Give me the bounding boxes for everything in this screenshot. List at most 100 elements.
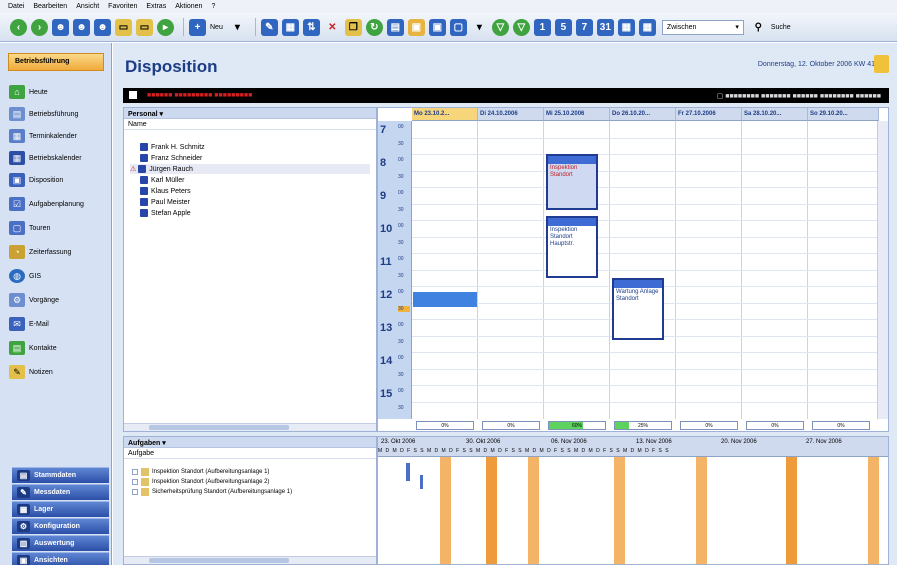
nav-button-stammdaten[interactable]: ▤ Stammdaten [12, 467, 109, 483]
calendar-alt-icon[interactable]: ▦ [638, 18, 656, 36]
grid-line [412, 171, 878, 172]
person-row[interactable]: Klaus Peters [140, 186, 191, 196]
menu-favoriten[interactable]: Favoriten [108, 3, 137, 10]
scrollbar-thumb[interactable] [149, 558, 289, 563]
person-row[interactable]: Frank H. Schmitz [140, 142, 205, 152]
menu-aktionen[interactable]: Aktionen [175, 3, 202, 10]
copy-icon[interactable]: ❐ [344, 18, 362, 36]
nav-item-gis[interactable]: ◍ GIS [9, 267, 109, 285]
appointment-2[interactable]: Inspektion Standort Hauptstr. [546, 216, 598, 278]
layout-icon[interactable]: ▢ [449, 18, 467, 36]
task-row[interactable]: Inspektion Standort (Aufbereitungsanlage… [132, 477, 269, 486]
day-header-di[interactable]: Di 24.10.2006 [478, 108, 544, 121]
calendar-folder-icon[interactable] [874, 55, 889, 73]
back-icon[interactable]: ‹ [10, 18, 27, 36]
view-icon[interactable]: ▣ [428, 18, 446, 36]
task-bar[interactable] [420, 475, 423, 489]
menu-extras[interactable]: Extras [146, 3, 166, 10]
day-header-sa[interactable]: Sa 28.10.20... [742, 108, 808, 121]
nav-item-kontakte[interactable]: ▤ Kontakte [9, 339, 109, 357]
delete-icon[interactable]: ✕ [324, 19, 341, 36]
selected-time-slot[interactable] [413, 292, 477, 307]
task-bar[interactable] [406, 463, 410, 481]
appointment-3[interactable]: Wartung Anlage Standort [612, 278, 664, 340]
horizontal-scrollbar[interactable] [124, 423, 376, 431]
task-row[interactable]: Inspektion Standort (Aufbereitungsanlage… [132, 467, 269, 476]
nav-button-ansichten[interactable]: ▣ Ansichten [12, 552, 109, 565]
day-header-fr[interactable]: Fr 27.10.2006 [676, 108, 742, 121]
new-button[interactable]: Neu [210, 24, 223, 31]
day-view-icon[interactable]: 1 [533, 18, 551, 36]
open-icon[interactable]: ▭ [136, 18, 153, 36]
day-header-so[interactable]: So 29.10.20... [808, 108, 879, 121]
folder-icon[interactable]: ▭ [115, 18, 132, 36]
play-icon[interactable]: ▸ [157, 18, 174, 36]
person-row[interactable]: Paul Meister [140, 197, 190, 207]
nav-button-konfiguration[interactable]: ⚙ Konfiguration [12, 518, 109, 534]
filter-icon[interactable]: ▽ [491, 18, 509, 36]
task-checkbox[interactable] [132, 488, 138, 495]
binoculars-icon[interactable]: ⚲ [750, 19, 767, 36]
nav-item-touren[interactable]: ▢ Touren [9, 219, 109, 237]
nav-button-auswertung[interactable]: ▥ Auswertung [12, 535, 109, 551]
person-row[interactable]: Karl Müller [140, 175, 184, 185]
workweek-view-icon[interactable]: 7 [575, 18, 593, 36]
calendar-view-icon[interactable]: ▦ [617, 18, 635, 36]
vertical-scrollbar[interactable] [877, 121, 888, 419]
sort-icon[interactable]: ⇅ [302, 18, 320, 36]
person-row[interactable]: Stefan Apple [140, 208, 191, 218]
half-hour-label: 30 [398, 240, 404, 246]
view-range-dropdown[interactable]: Zwischen ▾ [661, 19, 744, 35]
nav-button-lager[interactable]: ▦ Lager [12, 501, 109, 517]
nav-item-email[interactable]: ✉ E-Mail [9, 315, 109, 333]
month-view-icon[interactable]: 31 [596, 18, 614, 36]
tasks-header[interactable]: Aufgaben ▾ [124, 437, 376, 448]
nav-item-betriebsfuehrung[interactable]: ▤ Betriebsführung [9, 105, 109, 123]
dropdown-arrow-icon[interactable]: ▾ [229, 19, 246, 36]
edit-icon[interactable]: ✎ [260, 18, 278, 36]
nav-button-messdaten[interactable]: ✎ Messdaten [12, 484, 109, 500]
nav-item-disposition[interactable]: ▣ Disposition [9, 171, 109, 189]
name-column-header[interactable]: Name [124, 119, 376, 130]
menu-datei[interactable]: Datei [8, 3, 24, 10]
group-icon[interactable]: ☻ [73, 18, 90, 36]
menu-help[interactable]: ? [211, 3, 215, 10]
new-icon[interactable]: + [189, 18, 206, 36]
view-active-icon[interactable]: ▣ [407, 18, 425, 36]
scrollbar-thumb[interactable] [149, 425, 289, 430]
day-header-mi[interactable]: Mi 25.10.2006 [544, 108, 610, 121]
task-icon [141, 467, 149, 476]
day-header-mo[interactable]: Mo 23.10.2... [412, 108, 478, 121]
person-name: Franz Schneider [151, 154, 203, 162]
menu-ansicht[interactable]: Ansicht [76, 3, 99, 10]
nav-item-vorgaenge[interactable]: ⚙ Vorgänge [9, 291, 109, 309]
person-row[interactable]: Franz Schneider [140, 153, 202, 163]
search-button[interactable]: Suche [771, 24, 791, 31]
task-checkbox[interactable] [132, 468, 138, 475]
task-checkbox[interactable] [132, 478, 138, 485]
personal-header[interactable]: Personal ▾ [124, 108, 376, 119]
nav-item-zeiterfassung[interactable]: ◔ Zeiterfassung [9, 243, 109, 261]
nav-item-notizen[interactable]: ✎ Notizen [9, 363, 109, 381]
team-icon[interactable]: ☻ [94, 18, 111, 36]
dropdown-arrow-icon[interactable]: ▾ [471, 19, 488, 36]
print-icon[interactable]: ▤ [386, 18, 404, 36]
person-row-selected[interactable]: ⚠ Jürgen Rauch [130, 164, 370, 174]
horizontal-scrollbar[interactable] [124, 556, 376, 564]
menu-bearbeiten[interactable]: Bearbeiten [33, 3, 67, 10]
task-row[interactable]: Sicherheitsprüfung Standort (Aufbereitun… [132, 487, 292, 496]
filter-clear-icon[interactable]: ▽ [512, 18, 530, 36]
nav-item-aufgabenplanung[interactable]: ☑ Aufgabenplanung [9, 195, 109, 213]
task-column-header[interactable]: Aufgabe [124, 448, 376, 459]
day-header-do[interactable]: Do 26.10.20... [610, 108, 676, 121]
nav-item-terminkalender[interactable]: ▦ Terminkalender [9, 127, 109, 145]
week-view-icon[interactable]: 5 [554, 18, 572, 36]
contacts-icon: ▤ [9, 341, 25, 355]
forward-icon[interactable]: › [31, 18, 48, 36]
person-icon[interactable]: ☻ [52, 18, 69, 36]
grid-icon[interactable]: ▦ [281, 18, 299, 36]
refresh-icon[interactable]: ↻ [365, 18, 383, 36]
nav-item-heute[interactable]: ⌂ Heute [9, 83, 109, 101]
appointment-1[interactable]: Inspektion Standort [546, 154, 598, 210]
nav-item-betriebskalender[interactable]: ▦ Betriebskalender [9, 149, 109, 167]
